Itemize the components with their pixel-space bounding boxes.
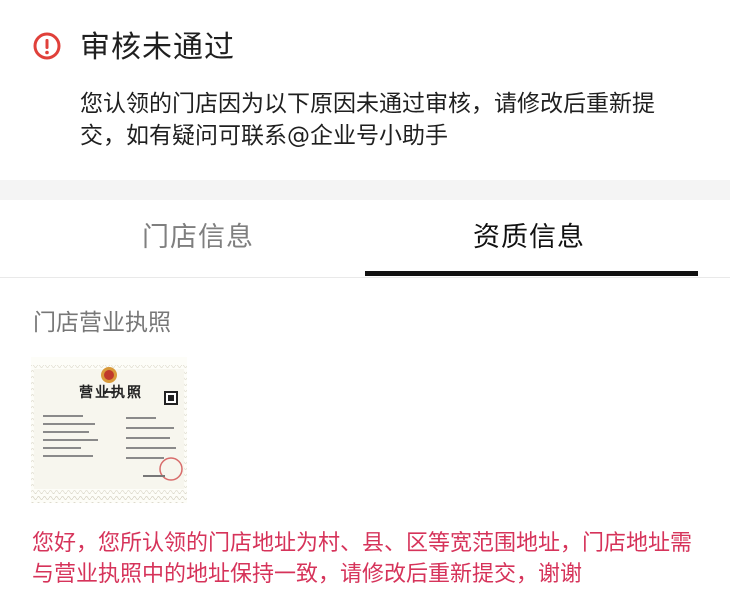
active-tab-indicator (365, 271, 698, 276)
review-status-title: 审核未通过 (80, 30, 235, 65)
tab-store-info[interactable]: 门店信息 (142, 218, 254, 258)
review-status-description: 您认领的门店因为以下原因未通过审核，请修改后重新提交，如有疑问可联系@企业号小助… (80, 91, 655, 149)
business-license-heading: 营业执照 (79, 385, 143, 401)
exclamation-circle-icon (33, 32, 61, 60)
business-license-label: 门店营业执照 (33, 310, 171, 336)
tab-qualification-info[interactable]: 资质信息 (473, 218, 585, 258)
business-license-thumbnail (31, 357, 187, 503)
review-status-banner: 审核未通过 您认领的门店因为以下原因未通过审核，请修改后重新提交，如有疑问可联系… (0, 0, 730, 180)
business-license-image[interactable]: 营业执照 (31, 357, 187, 503)
tab-bar: 门店信息 资质信息 (0, 200, 730, 278)
rejection-reason: 您好，您所认领的门店地址为村、县、区等宽范围地址，门店地址需与营业执照中的地址保… (32, 531, 693, 587)
section-divider (0, 180, 730, 200)
